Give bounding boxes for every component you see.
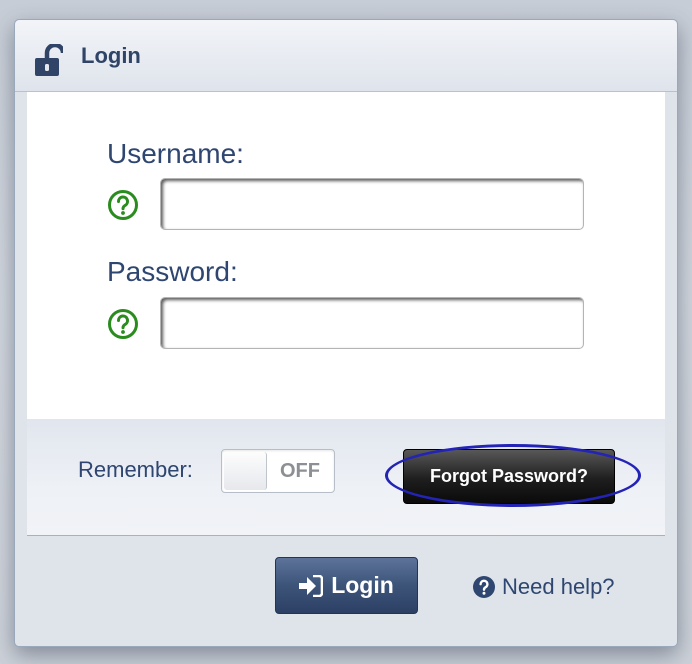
login-dialog: Login Username: Password: Remember: OFF …	[14, 19, 678, 647]
password-field[interactable]	[160, 297, 584, 349]
question-circle-icon	[473, 576, 495, 598]
dialog-titlebar: Login	[15, 20, 677, 92]
login-button-label: Login	[331, 572, 394, 598]
remember-label: Remember:	[78, 457, 193, 482]
footer-divider	[27, 535, 665, 536]
forgot-password-button[interactable]: Forgot Password?	[403, 449, 615, 504]
username-label: Username:	[107, 138, 244, 169]
password-help-icon[interactable]	[107, 308, 139, 340]
password-label: Password:	[107, 256, 238, 287]
toggle-knob	[224, 452, 267, 490]
login-button[interactable]: Login	[275, 557, 418, 614]
sign-in-icon	[299, 574, 324, 597]
username-field[interactable]	[160, 178, 584, 230]
remember-toggle[interactable]: OFF	[221, 449, 335, 493]
toggle-state-text: OFF	[280, 460, 320, 482]
username-help-icon[interactable]	[107, 189, 139, 221]
need-help-link[interactable]: Need help?	[472, 574, 615, 600]
unlock-icon	[35, 44, 63, 76]
dialog-title: Login	[81, 43, 141, 68]
options-row: Remember: OFF Forgot Password?	[27, 419, 665, 535]
need-help-label: Need help?	[502, 574, 615, 599]
credentials-panel: Username: Password:	[27, 92, 665, 419]
